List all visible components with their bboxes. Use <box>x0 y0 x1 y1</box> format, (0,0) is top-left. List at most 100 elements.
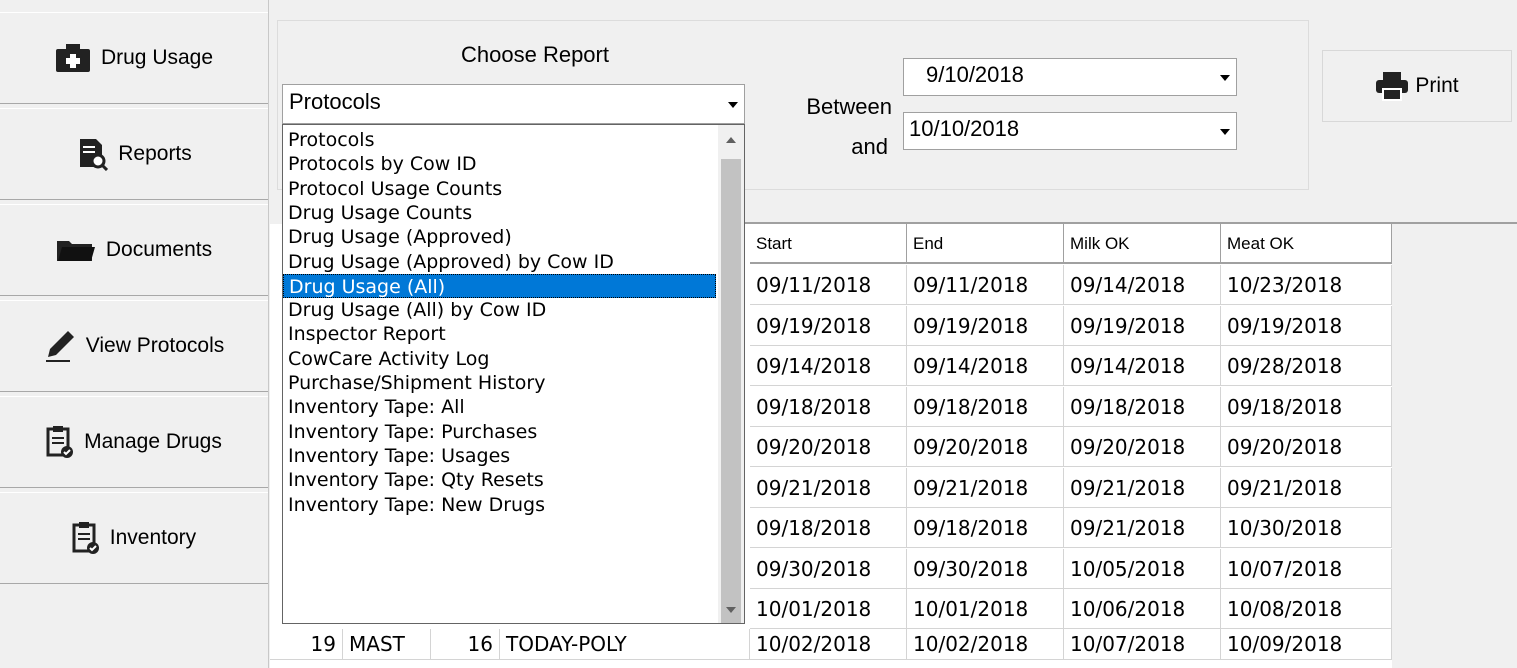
cell-drug: TODAY-POLY <box>500 629 750 660</box>
dropdown-option[interactable]: Drug Usage (Approved) <box>283 225 716 249</box>
dropdown-option[interactable]: Inventory Tape: All <box>283 395 716 419</box>
sidebar: Drug Usage Reports Documents View Protoc… <box>0 0 270 668</box>
dropdown-option[interactable]: Inventory Tape: Usages <box>283 444 716 468</box>
cell-start: 09/18/2018 <box>750 386 907 427</box>
table-row[interactable]: 19 MAST 16 TODAY-POLY 10/02/2018 10/02/2… <box>270 629 1392 660</box>
cell-milk-ok: 10/06/2018 <box>1064 589 1221 629</box>
cell-milk-ok: 09/19/2018 <box>1064 305 1221 346</box>
dropdown-option[interactable]: CowCare Activity Log <box>283 347 716 371</box>
cell-end: 09/14/2018 <box>907 346 1064 386</box>
column-header-start[interactable]: Start <box>750 224 907 264</box>
sidebar-item-label: Inventory <box>109 526 197 549</box>
cell-start: 09/20/2018 <box>750 427 907 467</box>
cell-meat-ok: 09/20/2018 <box>1221 427 1392 467</box>
cell-end: 09/30/2018 <box>907 548 1064 589</box>
cell-start: 09/11/2018 <box>750 265 907 305</box>
sidebar-item-label: Manage Drugs <box>84 430 222 453</box>
cell-meat-ok: 09/19/2018 <box>1221 305 1392 346</box>
cell-end: 09/21/2018 <box>907 467 1064 508</box>
cell-num: 19 <box>270 629 343 660</box>
dropdown-option[interactable]: Protocols <box>283 128 716 152</box>
report-select-value: Protocols <box>289 89 381 114</box>
dropdown-option[interactable]: Inventory Tape: Qty Resets <box>283 468 716 492</box>
dropdown-scrollbar[interactable] <box>718 125 744 623</box>
report-dropdown-list[interactable]: Protocols Protocols by Cow ID Protocol Usa… <box>282 124 745 624</box>
dropdown-option[interactable]: Protocol Usage Counts <box>283 177 716 201</box>
choose-report-label: Choose Report <box>461 42 609 67</box>
start-date-picker[interactable]: 9/10/2018 <box>903 58 1237 96</box>
cell-start: 09/18/2018 <box>750 508 907 548</box>
printer-icon <box>1375 71 1409 101</box>
documents-button[interactable]: Documents <box>0 204 268 296</box>
cell-milk-ok: 10/07/2018 <box>1064 629 1221 660</box>
report-search-icon <box>76 137 109 171</box>
cell-meat-ok: 10/09/2018 <box>1221 629 1392 660</box>
start-date-value: 9/10/2018 <box>926 62 1024 87</box>
cell-qty: 16 <box>431 629 500 660</box>
chevron-down-icon[interactable] <box>728 102 738 108</box>
cell-milk-ok: 09/14/2018 <box>1064 346 1221 386</box>
cell-start: 09/14/2018 <box>750 346 907 386</box>
drug-usage-button[interactable]: Drug Usage <box>0 12 268 104</box>
chevron-down-icon[interactable] <box>1220 129 1230 135</box>
cell-start: 09/30/2018 <box>750 548 907 589</box>
dropdown-option[interactable]: Drug Usage (Approved) by Cow ID <box>283 250 716 274</box>
sidebar-divider <box>268 0 269 668</box>
cell-meat-ok: 10/30/2018 <box>1221 508 1392 548</box>
dropdown-option[interactable]: Protocols by Cow ID <box>283 152 716 176</box>
cell-end: 09/19/2018 <box>907 305 1064 346</box>
view-protocols-button[interactable]: View Protocols <box>0 300 268 392</box>
reports-button[interactable]: Reports <box>0 108 268 200</box>
folder-icon <box>56 237 96 263</box>
column-header-milk-ok[interactable]: Milk OK <box>1064 224 1221 264</box>
dropdown-option[interactable]: Drug Usage Counts <box>283 201 716 225</box>
print-button[interactable]: Print <box>1322 50 1512 122</box>
print-label: Print <box>1415 74 1459 97</box>
column-header-meat-ok[interactable]: Meat OK <box>1221 224 1392 264</box>
cell-milk-ok: 09/20/2018 <box>1064 427 1221 467</box>
manage-drugs-button[interactable]: Manage Drugs <box>0 396 268 488</box>
cell-type: MAST <box>343 629 431 660</box>
cell-end: 09/20/2018 <box>907 427 1064 467</box>
medkit-icon <box>55 44 91 72</box>
cell-meat-ok: 09/18/2018 <box>1221 386 1392 427</box>
cell-end: 09/11/2018 <box>907 265 1064 305</box>
cell-start: 09/19/2018 <box>750 305 907 346</box>
scroll-down-icon[interactable] <box>726 607 736 613</box>
dropdown-option[interactable]: Inventory Tape: Purchases <box>283 420 716 444</box>
cell-milk-ok: 09/14/2018 <box>1064 265 1221 305</box>
grid-empty-area <box>1392 224 1517 668</box>
chevron-down-icon[interactable] <box>1220 75 1230 81</box>
cell-milk-ok: 10/05/2018 <box>1064 548 1221 589</box>
dropdown-option[interactable]: Drug Usage (All) by Cow ID <box>283 298 716 322</box>
cell-end: 09/18/2018 <box>907 386 1064 427</box>
scrollbar-thumb[interactable] <box>721 159 741 623</box>
report-select[interactable]: Protocols <box>282 84 745 124</box>
cell-meat-ok: 10/08/2018 <box>1221 589 1392 629</box>
cell-meat-ok: 09/28/2018 <box>1221 346 1392 386</box>
cell-meat-ok: 09/21/2018 <box>1221 467 1392 508</box>
sidebar-item-label: Drug Usage <box>100 46 214 69</box>
clipboard-check-icon <box>72 521 100 555</box>
dropdown-option[interactable]: Inspector Report <box>283 322 716 346</box>
scroll-up-icon[interactable] <box>726 137 736 143</box>
dropdown-option[interactable]: Inventory Tape: New Drugs <box>283 493 716 517</box>
inventory-button[interactable]: Inventory <box>0 492 268 584</box>
cell-end: 10/01/2018 <box>907 589 1064 629</box>
sidebar-item-label: Documents <box>105 238 213 261</box>
dropdown-option[interactable]: Purchase/Shipment History <box>283 371 716 395</box>
cell-start: 10/01/2018 <box>750 589 907 629</box>
cell-milk-ok: 09/21/2018 <box>1064 508 1221 548</box>
cell-meat-ok: 10/23/2018 <box>1221 265 1392 305</box>
end-date-value: 10/10/2018 <box>909 116 1020 141</box>
and-label: and <box>851 134 888 159</box>
column-header-end[interactable]: End <box>907 224 1064 264</box>
end-date-picker[interactable]: 10/10/2018 <box>903 112 1237 150</box>
between-label: Between <box>806 94 892 119</box>
cell-end: 10/02/2018 <box>907 629 1064 660</box>
cell-milk-ok: 09/21/2018 <box>1064 467 1221 508</box>
dropdown-option[interactable]: Drug Usage (All) <box>283 273 716 298</box>
cell-start: 10/02/2018 <box>750 629 907 660</box>
pen-icon <box>44 329 76 363</box>
cell-start: 09/21/2018 <box>750 467 907 508</box>
